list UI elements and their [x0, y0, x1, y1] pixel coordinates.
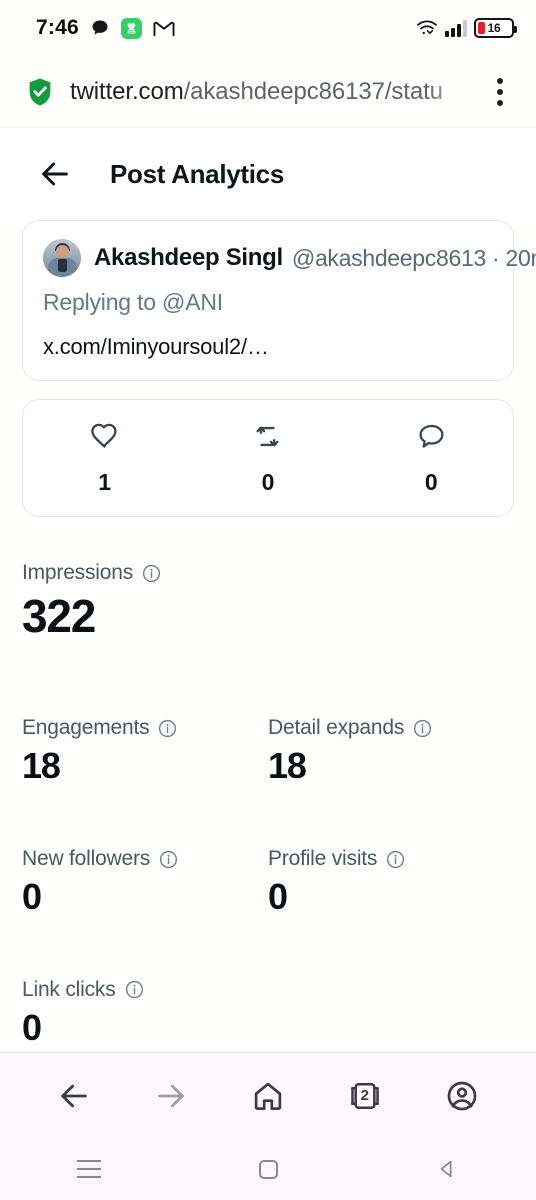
- reply-stat[interactable]: 0: [350, 422, 513, 496]
- post-author-row: Akashdeep Singl @akashdeepc8613 · 20m: [43, 239, 536, 277]
- metric-engagements-value: 18: [22, 745, 61, 787]
- info-icon[interactable]: [386, 850, 405, 869]
- metric-engagements: Engagements 18: [22, 716, 268, 785]
- metrics-row-1: Engagements 18 Detail expands 18: [22, 716, 514, 785]
- browser-toolbar: 2: [0, 1052, 536, 1138]
- metric-new-followers-label: New followers: [22, 847, 151, 871]
- retweet-count: 0: [261, 469, 275, 495]
- metric-impressions-value: 322: [22, 590, 96, 642]
- url-text[interactable]: twitter.com/akashdeepc86137/statu: [70, 78, 476, 106]
- post-preview-card[interactable]: Akashdeep Singl @akashdeepc8613 · 20m Re…: [22, 220, 536, 381]
- info-icon[interactable]: [159, 850, 178, 869]
- back-triangle-icon[interactable]: [357, 1158, 536, 1180]
- metric-profile-visits: Profile visits 0: [268, 847, 514, 916]
- status-bar-clock: 7:46: [36, 16, 79, 39]
- avatar[interactable]: [43, 239, 81, 277]
- metric-link-clicks: Link clicks 0: [22, 978, 268, 1047]
- page-title: Post Analytics: [110, 158, 285, 189]
- info-icon[interactable]: [413, 719, 432, 738]
- metric-detail-expands-value: 18: [268, 745, 307, 787]
- analytics-content: Akashdeep Singl @akashdeepc8613 · 20m Re…: [0, 220, 536, 517]
- engagement-summary-card: 1 0 0: [22, 399, 514, 517]
- metrics-section: Impressions 322 Engagements 18 Detail ex…: [0, 561, 536, 1047]
- metric-link-clicks-label: Link clicks: [22, 977, 116, 1001]
- metrics-row-2: New followers 0 Profile visits 0: [22, 847, 514, 916]
- signal-bars-icon: [445, 19, 467, 37]
- battery-indicator: 16: [474, 18, 517, 38]
- metrics-row-3: Link clicks 0: [22, 978, 514, 1047]
- browser-back-arrow-icon[interactable]: [51, 1073, 97, 1119]
- tab-count-label: 2: [360, 1087, 369, 1104]
- android-navigation-bar: [0, 1138, 536, 1200]
- metric-profile-visits-label: Profile visits: [268, 847, 378, 871]
- home-icon[interactable]: [245, 1073, 291, 1119]
- metric-engagements-label: Engagements: [22, 716, 150, 740]
- metric-impressions: Impressions 322: [22, 561, 514, 640]
- status-bar-right: 16: [416, 18, 517, 38]
- battery-percent-label: 16: [487, 21, 501, 35]
- info-icon[interactable]: [158, 719, 177, 738]
- account-circle-icon[interactable]: [439, 1073, 485, 1119]
- info-icon[interactable]: [125, 980, 144, 999]
- reply-icon: [417, 422, 446, 456]
- post-handle-time: @akashdeepc8613 · 20m: [291, 244, 536, 271]
- post-replying-to: Replying to @ANI: [43, 289, 223, 315]
- retweet-stat[interactable]: 0: [186, 422, 349, 496]
- phone-screen: 7:46 16 twitter.com/akashdeepc86137/stat…: [0, 0, 536, 1200]
- post-display-name: Akashdeep Singl: [94, 244, 283, 271]
- heart-icon: [90, 422, 119, 456]
- gmail-icon: [153, 20, 175, 37]
- back-arrow-icon[interactable]: [38, 157, 72, 191]
- metric-link-clicks-value: 0: [22, 1006, 42, 1048]
- metric-new-followers-value: 0: [22, 876, 42, 918]
- browser-url-bar[interactable]: twitter.com/akashdeepc86137/statu: [0, 56, 536, 128]
- reply-count: 0: [424, 469, 438, 495]
- recents-icon[interactable]: [0, 1160, 179, 1178]
- metric-new-followers: New followers 0: [22, 847, 268, 916]
- kebab-menu-icon[interactable]: [486, 77, 514, 106]
- home-square-icon[interactable]: [179, 1159, 358, 1179]
- green-app-icon: [120, 17, 142, 39]
- retweet-icon: [253, 422, 282, 456]
- chat-bubble-icon: [90, 18, 110, 38]
- like-stat[interactable]: 1: [23, 422, 186, 496]
- metrics-row-impressions: Impressions 322: [22, 561, 514, 640]
- metric-impressions-label: Impressions: [22, 561, 134, 584]
- metric-detail-expands: Detail expands 18: [268, 716, 514, 785]
- browser-forward-arrow-icon[interactable]: [148, 1073, 194, 1119]
- metric-profile-visits-value: 0: [268, 876, 288, 918]
- tab-switcher-icon[interactable]: 2: [342, 1073, 388, 1119]
- green-shield-check-icon: [26, 77, 54, 107]
- status-bar-left: 7:46: [36, 16, 175, 40]
- url-path: /akashdeepc86137/statu: [183, 77, 443, 105]
- like-count: 1: [98, 469, 112, 495]
- info-icon[interactable]: [142, 564, 161, 583]
- url-domain: twitter.com: [70, 77, 184, 105]
- metric-detail-expands-label: Detail expands: [268, 716, 405, 740]
- page-header: Post Analytics: [0, 128, 536, 220]
- post-link-text[interactable]: x.com/Iminyoursoul2/…: [43, 334, 493, 360]
- wifi-icon: [416, 19, 438, 37]
- status-bar: 7:46 16: [0, 0, 536, 56]
